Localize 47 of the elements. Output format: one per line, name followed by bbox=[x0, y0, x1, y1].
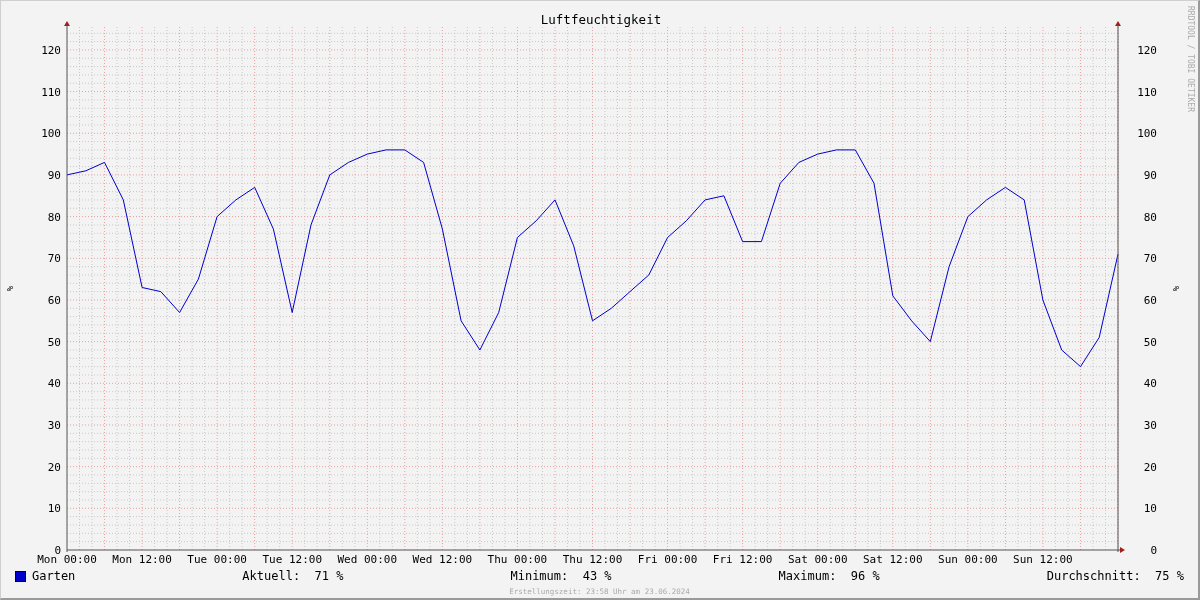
y-axis-label: 30 bbox=[1143, 419, 1157, 432]
x-axis-label: Sat 12:00 bbox=[863, 553, 923, 566]
x-axis-label: Mon 12:00 bbox=[112, 553, 172, 566]
y-axis-label: 10 bbox=[1143, 502, 1157, 516]
y-axis-label: 90 bbox=[1143, 168, 1157, 182]
x-axis-label: Tue 12:00 bbox=[262, 553, 322, 566]
x-axis-label: Sat 00:00 bbox=[787, 553, 848, 566]
x-axis-label: Wed 00:00 bbox=[337, 553, 398, 566]
stat-label: Minimum: 43 % bbox=[510, 569, 612, 583]
x-axis-label: Fri 00:00 bbox=[637, 553, 698, 566]
watermark-label: RRDTOOL / TOBI OETIKER bbox=[1186, 6, 1195, 112]
y-axis-label: 120 bbox=[1137, 43, 1157, 57]
y-axis-label: 60 bbox=[47, 293, 61, 307]
stat-label: Durchschnitt: 75 % bbox=[1046, 569, 1184, 583]
y-axis-label: 80 bbox=[1143, 210, 1157, 224]
y-axis-label: 10 bbox=[47, 502, 61, 516]
y-axis-label: 60 bbox=[1143, 293, 1157, 307]
x-axis-label: Sun 00:00 bbox=[938, 553, 998, 566]
stat-label: Maximum: 96 % bbox=[778, 569, 880, 583]
y-axis-label: 80 bbox=[47, 210, 61, 224]
x-axis-label: Tue 00:00 bbox=[187, 553, 247, 566]
x-axis-label: Thu 00:00 bbox=[487, 553, 548, 566]
x-axis-label: Wed 12:00 bbox=[412, 553, 473, 566]
y-axis-label: 20 bbox=[1143, 460, 1157, 474]
y-axis-label: 20 bbox=[47, 460, 61, 474]
y-axis-label: 70 bbox=[47, 252, 61, 266]
chart-title: Luftfeuchtigkeit bbox=[540, 12, 662, 27]
stat-label: Aktuell: 71 % bbox=[242, 569, 344, 583]
y-axis-label: 90 bbox=[47, 168, 61, 182]
y-axis-label: 100 bbox=[41, 127, 61, 141]
y-axis-label: 0 bbox=[1150, 544, 1157, 557]
y-axis-label: 110 bbox=[1137, 85, 1157, 99]
x-axis-label: Thu 12:00 bbox=[562, 553, 623, 566]
x-axis-label: Fri 12:00 bbox=[712, 553, 773, 566]
x-axis-label: Sun 12:00 bbox=[1013, 553, 1073, 566]
y-axis-label: 70 bbox=[1143, 252, 1157, 266]
y-axis-label: 40 bbox=[1143, 377, 1157, 391]
y-axis-label: 30 bbox=[47, 419, 61, 432]
y-axis-label: 40 bbox=[47, 377, 61, 391]
y-axis-label: 50 bbox=[47, 335, 61, 349]
y-axis-title: % bbox=[1171, 285, 1181, 292]
legend-label: Garten bbox=[32, 569, 76, 583]
y-axis-label: 50 bbox=[1143, 335, 1157, 349]
y-axis-label: 100 bbox=[1137, 127, 1157, 141]
y-axis-label: 120 bbox=[41, 43, 61, 57]
y-axis-title: % bbox=[5, 285, 15, 292]
y-axis-label: 110 bbox=[41, 85, 61, 99]
